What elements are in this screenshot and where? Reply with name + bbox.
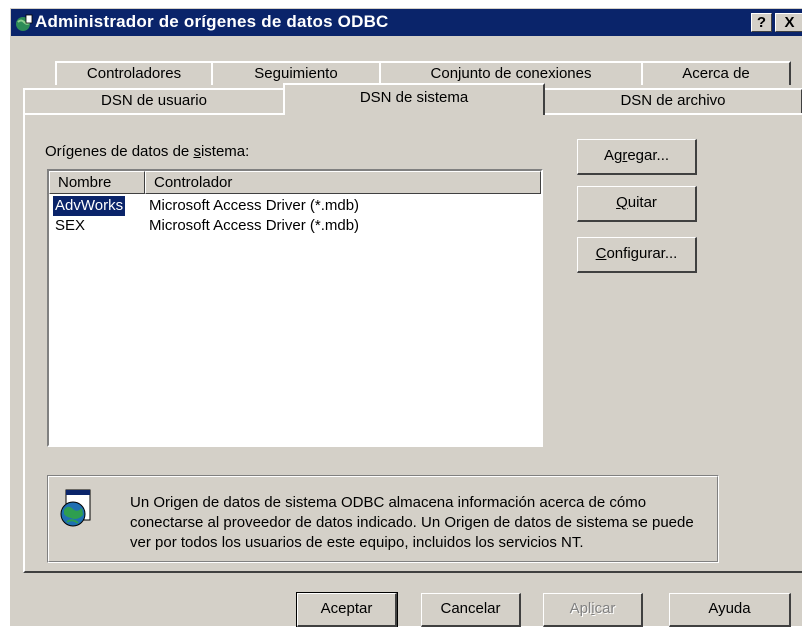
window-title: Administrador de orígenes de datos ODBC	[35, 12, 389, 31]
table-row[interactable]: SEX Microsoft Access Driver (*.mdb)	[49, 216, 541, 236]
list-header: Nombre Controlador	[49, 171, 541, 194]
apply-button[interactable]: Aplicar	[543, 593, 643, 627]
title-bar[interactable]: Administrador de orígenes de datos ODBC …	[11, 9, 802, 36]
tab-seguimiento[interactable]: Seguimiento	[211, 61, 381, 85]
remove-button[interactable]: Quitar	[577, 186, 697, 222]
odbc-dialog-window: Administrador de orígenes de datos ODBC …	[10, 8, 802, 627]
data-source-name: SEX	[55, 217, 86, 234]
table-row[interactable]: AdvWorks Microsoft Access Driver (*.mdb)	[49, 196, 541, 216]
info-box: Un Origen de datos de sistema ODBC almac…	[47, 475, 719, 563]
column-header-nombre[interactable]: Nombre	[49, 171, 145, 194]
data-source-driver: Microsoft Access Driver (*.mdb)	[149, 217, 360, 234]
system-data-sources-label: Orígenes de datos de sistema:	[45, 143, 250, 160]
data-sources-list[interactable]: Nombre Controlador AdvWorks Microsoft Ac…	[47, 169, 543, 447]
tab-acerca-de[interactable]: Acerca de	[641, 61, 791, 85]
data-source-driver: Microsoft Access Driver (*.mdb)	[149, 197, 360, 214]
cancel-button[interactable]: Cancelar	[421, 593, 521, 627]
column-header-controlador[interactable]: Controlador	[145, 171, 541, 194]
tab-dsn-de-archivo[interactable]: DSN de archivo	[543, 88, 802, 113]
help-footer-button[interactable]: Ayuda	[669, 593, 791, 627]
odbc-globe-icon	[16, 14, 33, 31]
tab-dsn-de-usuario[interactable]: DSN de usuario	[23, 88, 285, 113]
add-button[interactable]: Agregar...	[577, 139, 697, 175]
ok-button[interactable]: Aceptar	[296, 592, 398, 627]
tab-dsn-de-sistema[interactable]: DSN de sistema	[283, 83, 545, 115]
tab-conjunto-de-conexiones[interactable]: Conjunto de conexiones	[379, 61, 643, 85]
data-source-globe-icon	[60, 489, 91, 527]
help-button[interactable]: ?	[751, 13, 772, 32]
info-description: Un Origen de datos de sistema ODBC almac…	[130, 494, 694, 551]
close-button[interactable]: X	[775, 13, 802, 32]
tab-controladores[interactable]: Controladores	[55, 61, 213, 85]
configure-button[interactable]: Configurar...	[577, 237, 697, 273]
data-source-name: AdvWorks	[53, 196, 126, 216]
